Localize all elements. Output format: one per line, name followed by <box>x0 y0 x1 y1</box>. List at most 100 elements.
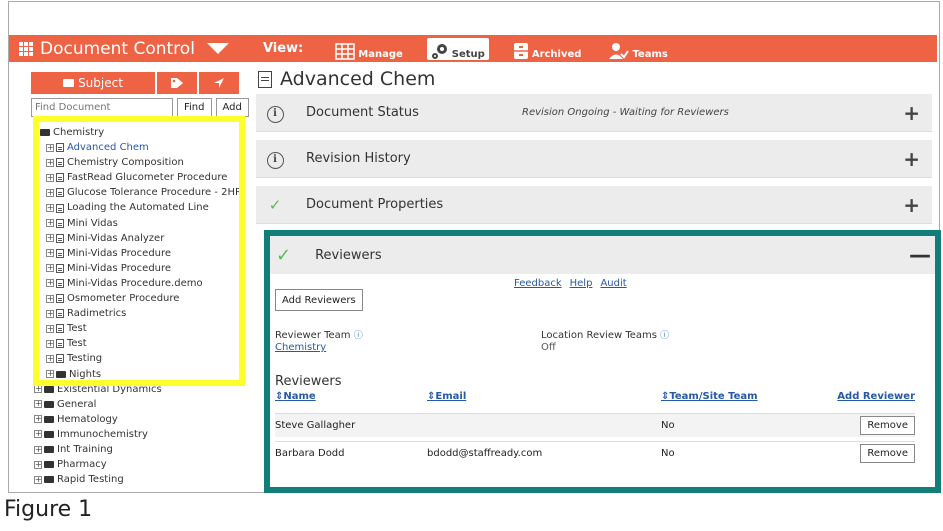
view-teams-label: Teams <box>632 48 668 60</box>
find-document-input[interactable] <box>31 98 173 117</box>
tab-subject-label: Subject <box>78 76 123 90</box>
column-header-email[interactable]: ⇕Email <box>427 391 466 402</box>
reviewer-team: No <box>661 420 675 431</box>
view-manage-button[interactable]: Manage <box>331 38 407 60</box>
reviewer-team-label: Reviewer Team ⓘ <box>275 328 363 341</box>
sidebar-tabs: Subject <box>31 72 241 94</box>
panel-document-properties[interactable]: ✓ Document Properties + <box>256 186 932 224</box>
add-reviewers-button[interactable]: Add Reviewers <box>275 289 363 311</box>
reviewer-team-label-text: Reviewer Team <box>275 330 351 341</box>
panel-title: Revision History <box>306 151 411 166</box>
tree-folder-item[interactable]: + Int Training <box>34 442 240 457</box>
add-reviewer-link[interactable]: Add Reviewer <box>837 391 915 402</box>
reviewers-panel-header[interactable]: ✓ Reviewers — <box>270 236 935 274</box>
collapse-minus-icon[interactable]: — <box>909 243 931 268</box>
tree-folder-label: Rapid Testing <box>57 474 124 486</box>
find-button[interactable]: Find <box>177 98 212 117</box>
location-arrow-icon <box>214 78 224 88</box>
folder-icon <box>44 446 54 454</box>
panel-document-status[interactable]: i Document Status Revision Ongoing - Wai… <box>256 94 932 132</box>
expand-icon: + <box>34 474 42 484</box>
tree-folder-item[interactable]: + Rapid Testing <box>34 472 240 487</box>
help-links: Feedback Help Audit <box>514 278 627 289</box>
document-icon <box>258 70 272 88</box>
folder-icon <box>63 79 75 87</box>
reviewers-panel: ✓ Reviewers — Feedback Help Audit Add Re… <box>264 230 941 493</box>
page-title-text: Advanced Chem <box>280 68 436 90</box>
panel-title: Document Properties <box>306 197 444 212</box>
column-header-name-text: Name <box>283 391 316 402</box>
expand-icon: + <box>34 399 42 409</box>
feedback-link[interactable]: Feedback <box>514 278 562 289</box>
remove-button[interactable]: Remove <box>860 444 915 463</box>
panel-revision-history[interactable]: i Revision History + <box>256 140 932 178</box>
view-setup-button[interactable]: Setup <box>426 37 489 60</box>
panel-title: Reviewers <box>315 247 382 263</box>
add-button[interactable]: Add <box>215 98 249 117</box>
brand-menu[interactable]: Document Control <box>9 35 229 62</box>
expand-icon: + <box>34 414 42 424</box>
tree-folder-item[interactable]: + General <box>34 397 240 412</box>
folder-icon <box>44 400 54 408</box>
tab-location[interactable] <box>199 72 239 94</box>
column-header-name[interactable]: ⇕Name <box>275 391 316 402</box>
column-header-email-text: Email <box>435 391 467 402</box>
folder-icon <box>44 476 54 484</box>
expand-icon: + <box>34 384 42 394</box>
view-archived-label: Archived <box>531 48 582 60</box>
info-icon: ⓘ <box>660 331 670 341</box>
find-row: Find Add <box>31 98 249 117</box>
checkmark-icon: ✓ <box>276 244 292 266</box>
yellow-highlight-box <box>33 116 245 386</box>
info-icon: i <box>256 102 294 123</box>
view-manage-label: Manage <box>358 48 403 60</box>
expand-icon: + <box>34 459 42 469</box>
top-bar: Document Control View: Manage Setup Arch… <box>9 35 937 62</box>
reviewer-name: Steve Gallagher <box>275 420 356 431</box>
brand-title: Document Control <box>40 38 195 59</box>
tree-folder-item[interactable]: + Hematology <box>34 412 240 427</box>
tree-folder-label: Immunochemistry <box>57 428 148 440</box>
tree-folder-item[interactable]: + Pharmacy <box>34 457 240 472</box>
checkmark-icon: ✓ <box>268 195 282 214</box>
caret-down-icon <box>206 43 229 54</box>
location-review-teams-label: Location Review Teams ⓘ <box>541 328 669 341</box>
tree-folder-label: Int Training <box>57 443 113 455</box>
folder-icon <box>44 430 54 438</box>
table-row: Steve Gallagher No Remove <box>275 413 915 437</box>
column-header-team[interactable]: ⇕Team/Site Team <box>661 391 758 402</box>
panel-title: Document Status <box>306 105 419 120</box>
column-header-team-text: Team/Site Team <box>669 391 758 402</box>
table-row: Barbara Dodd bdodd@staffready.com No Rem… <box>275 441 915 465</box>
info-icon: ⓘ <box>353 331 363 341</box>
remove-button[interactable]: Remove <box>860 416 915 435</box>
reviewer-name: Barbara Dodd <box>275 448 345 459</box>
tree-folder-label: Hematology <box>57 413 118 425</box>
folder-icon <box>44 461 54 469</box>
folder-icon <box>44 415 54 423</box>
tree-folder-label: General <box>57 398 97 410</box>
reviewer-team-value-link[interactable]: Chemistry <box>275 342 326 353</box>
reviewer-email: bdodd@staffready.com <box>427 448 543 459</box>
tree-folder-label: Pharmacy <box>57 459 107 471</box>
view-setup-label: Setup <box>451 48 485 60</box>
tab-subject[interactable]: Subject <box>31 72 155 94</box>
expand-plus-icon[interactable]: + <box>903 101 920 125</box>
location-review-teams-label-text: Location Review Teams <box>541 330 657 341</box>
expand-icon: + <box>34 444 42 454</box>
expand-plus-icon[interactable]: + <box>903 147 920 171</box>
tree-folder-item[interactable]: + Immunochemistry <box>34 427 240 442</box>
help-link[interactable]: Help <box>570 278 593 289</box>
tab-tags[interactable] <box>157 72 197 94</box>
view-teams-button[interactable]: Teams <box>605 38 671 60</box>
page-title: Advanced Chem <box>258 68 435 90</box>
reviewer-team: No <box>661 448 675 459</box>
team-icon <box>609 42 630 59</box>
view-archived-button[interactable]: Archived <box>509 38 586 60</box>
view-label: View: <box>262 41 304 56</box>
status-text: Revision Ongoing - Waiting for Reviewers <box>522 107 729 118</box>
audit-link[interactable]: Audit <box>600 278 626 289</box>
info-icon: i <box>256 148 294 169</box>
expand-plus-icon[interactable]: + <box>903 193 920 217</box>
grid-icon <box>19 41 33 56</box>
